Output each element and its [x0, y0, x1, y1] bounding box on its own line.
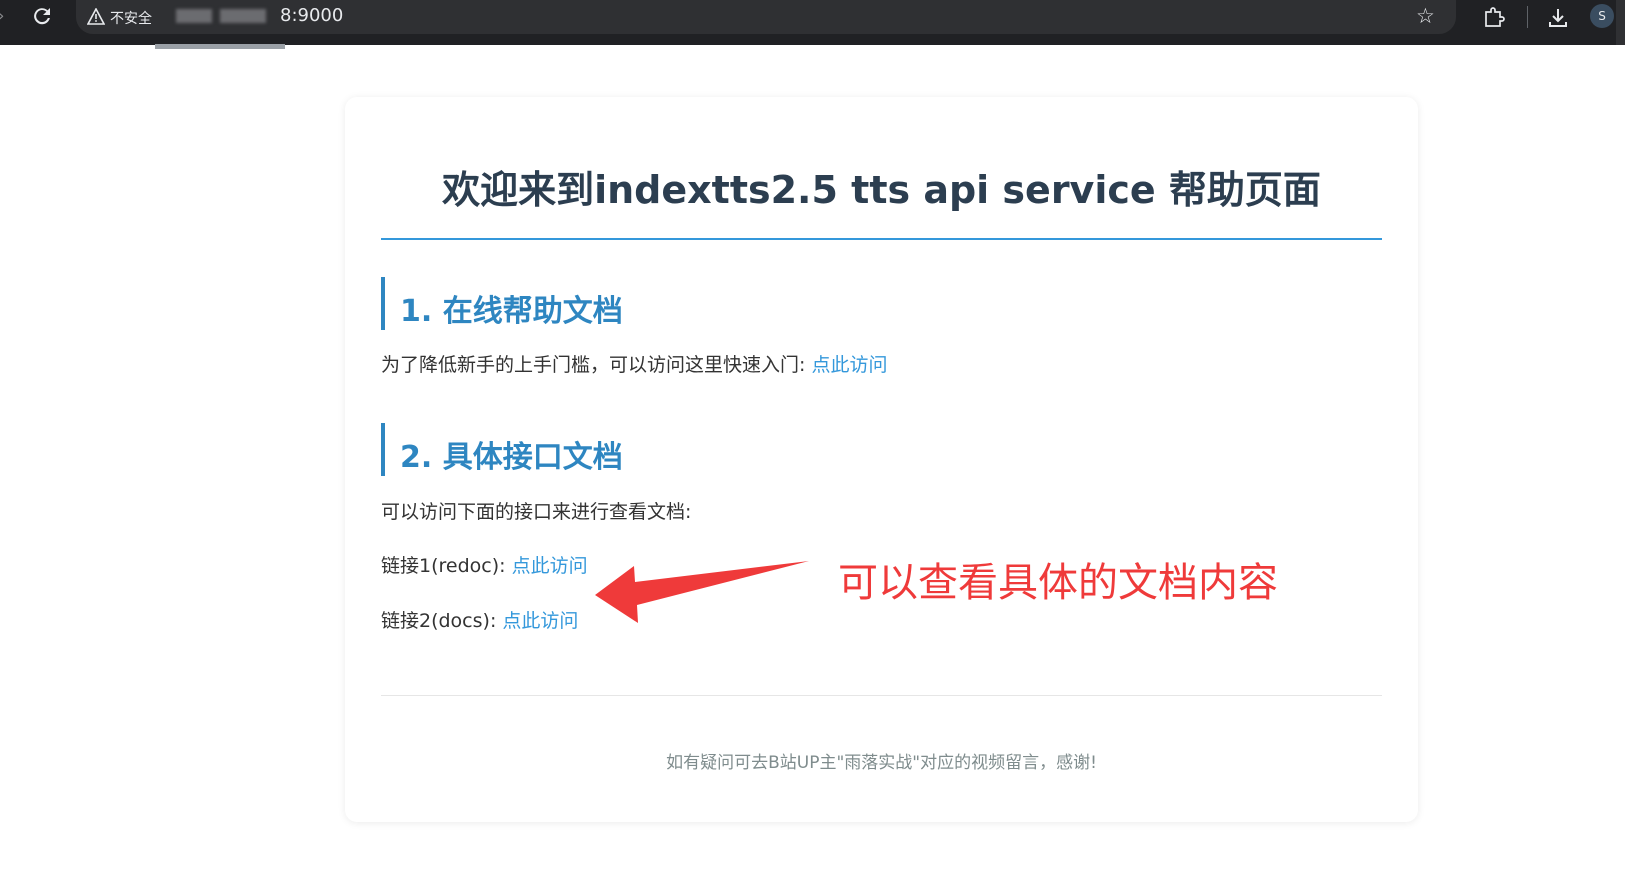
menu-edge	[1616, 0, 1625, 45]
security-label[interactable]: 不安全	[110, 8, 152, 28]
toolbar-divider	[1527, 6, 1528, 28]
online-docs-paragraph: 为了降低新手的上手门槛，可以访问这里快速入门: 点此访问	[381, 350, 887, 377]
star-icon[interactable]: ☆	[1416, 4, 1435, 28]
footer-divider	[381, 695, 1382, 696]
online-docs-text: 为了降低新手的上手门槛，可以访问这里快速入门:	[381, 354, 812, 376]
redoc-link[interactable]: 点此访问	[512, 555, 588, 577]
red-arrow-icon	[595, 561, 809, 623]
title-divider	[381, 238, 1382, 240]
profile-avatar[interactable]: S	[1590, 4, 1614, 28]
api-docs-intro: 可以访问下面的接口来进行查看文档:	[381, 501, 692, 523]
docs-paragraph: 链接2(docs): 点此访问	[381, 606, 578, 633]
footer-text: 如有疑问可去B站UP主"雨落实战"对应的视频留言，感谢!	[666, 753, 1097, 773]
annotation-text: 可以查看具体的文档内容	[838, 560, 1278, 606]
address-bar[interactable]: 不安全 8:9000 ☆	[76, 0, 1456, 34]
help-card: 欢迎来到indextts2.5 tts api service 帮助页面 1. …	[345, 97, 1418, 822]
online-docs-link[interactable]: 点此访问	[811, 354, 887, 376]
redacted-host	[176, 9, 212, 23]
section-online-docs: 1. 在线帮助文档	[381, 277, 985, 330]
redoc-paragraph: 链接1(redoc): 点此访问	[381, 551, 588, 578]
reload-icon[interactable]	[30, 4, 54, 28]
warning-triangle-icon	[87, 8, 105, 25]
section-heading: 1. 在线帮助文档	[400, 294, 623, 329]
redoc-label: 链接1(redoc):	[381, 555, 512, 577]
page-title: 欢迎来到indextts2.5 tts api service 帮助页面	[442, 168, 1321, 212]
forward-icon[interactable]: ›	[0, 6, 4, 25]
docs-link[interactable]: 点此访问	[502, 610, 578, 632]
docs-label: 链接2(docs):	[381, 610, 503, 632]
redacted-host	[220, 9, 266, 23]
download-icon[interactable]	[1546, 6, 1570, 30]
section-heading: 2. 具体接口文档	[400, 440, 623, 475]
browser-toolbar: › 不安全 8:9000 ☆ S	[0, 0, 1625, 49]
url-text[interactable]: 8:9000	[280, 5, 343, 26]
loading-indicator	[155, 44, 285, 49]
section-api-docs: 2. 具体接口文档	[381, 423, 985, 476]
puzzle-icon[interactable]	[1483, 6, 1505, 28]
